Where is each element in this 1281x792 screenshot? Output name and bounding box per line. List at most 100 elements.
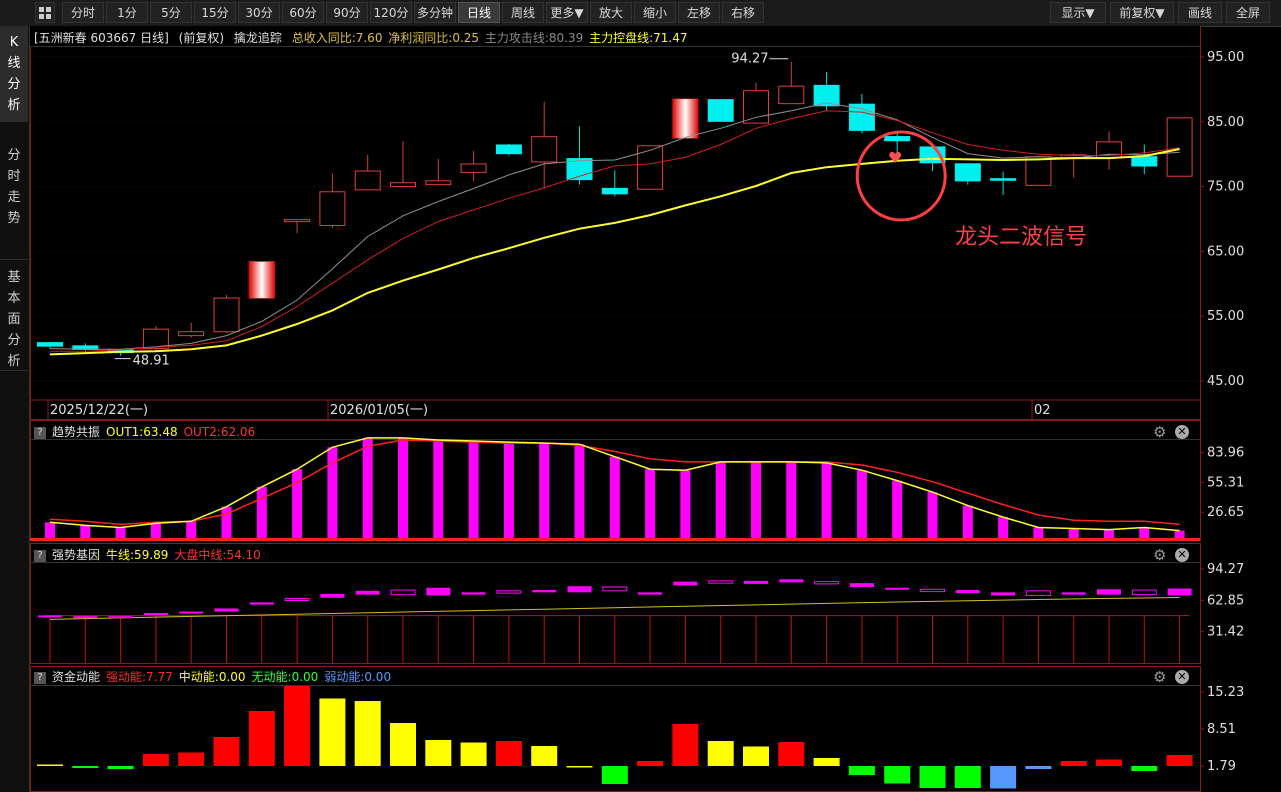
gear-icon[interactable]: ⚙ xyxy=(1153,424,1166,440)
candle-body-up xyxy=(1166,117,1193,177)
period-button-5min[interactable]: 5分 xyxy=(150,2,192,23)
close-icon[interactable]: ✕ xyxy=(1175,548,1189,562)
price-axes: 95.00 85.00 75.00 65.00 55.00 45.00 83.96 55.31… xyxy=(1200,50,1244,774)
indicator-name[interactable]: 擒龙追踪 xyxy=(234,31,282,45)
trend-bar xyxy=(856,470,867,540)
period-button-intraday[interactable]: 分时 xyxy=(62,2,104,23)
candle-body-down xyxy=(495,144,522,155)
capital-momentum-chart[interactable] xyxy=(37,686,1193,789)
trend-bar xyxy=(398,437,408,540)
gear-icon[interactable]: ⚙ xyxy=(1153,547,1166,563)
limit-up-candle xyxy=(248,261,275,299)
help-icon[interactable]: ? xyxy=(34,549,46,562)
gene-box-hollow xyxy=(390,589,416,596)
candle-body-up xyxy=(425,180,452,186)
trend-bar xyxy=(645,469,656,540)
gene-box-hollow xyxy=(920,588,945,593)
gene-box xyxy=(638,592,663,595)
more-periods-dropdown[interactable]: 更多▼ xyxy=(546,2,588,23)
momentum-bar xyxy=(390,723,416,766)
control-line: 主力控盘线:71.47 xyxy=(589,31,688,45)
gene-box xyxy=(532,590,557,593)
trend-bar xyxy=(186,521,197,540)
gene-box xyxy=(1167,588,1192,596)
trend-bar xyxy=(80,525,91,540)
zoom-out-button[interactable]: 缩小 xyxy=(634,2,676,23)
pane2-market: 大盘中线:54.10 xyxy=(174,548,261,562)
date-label: 02 xyxy=(1034,403,1051,418)
candle-body-up xyxy=(354,170,381,191)
gene-box xyxy=(179,611,204,614)
momentum-bar xyxy=(1025,766,1052,769)
signal-circle xyxy=(855,130,947,222)
momentum-bar xyxy=(743,746,769,766)
pane3-controls: ⚙ ✕ xyxy=(1153,669,1193,685)
gene-box xyxy=(73,616,98,619)
display-dropdown[interactable]: 显示▼ xyxy=(1050,2,1106,23)
momentum-bar xyxy=(142,754,169,766)
period-button-daily[interactable]: 日线 xyxy=(458,2,500,23)
pane1-controls: ⚙ ✕ xyxy=(1153,424,1193,440)
period-button-1min[interactable]: 1分 xyxy=(106,2,148,23)
sidebar-item-label: 分时走势 xyxy=(7,148,21,226)
trend-bar xyxy=(821,462,832,540)
candle-body-down xyxy=(884,136,911,142)
candle-body-up xyxy=(390,182,416,188)
draw-line-button[interactable]: 画线 xyxy=(1178,2,1222,23)
move-right-button[interactable]: 右移 xyxy=(722,2,764,23)
y-tick-label: 55.00 xyxy=(1207,309,1244,324)
sidebar-item-kline-analysis[interactable]: K线分析 xyxy=(0,26,28,122)
adjust-dropdown[interactable]: 前复权▼ xyxy=(1110,2,1174,23)
candle-body-down xyxy=(1131,156,1158,167)
help-icon[interactable]: ? xyxy=(34,671,46,684)
zoom-in-button[interactable]: 放大 xyxy=(590,2,632,23)
gene-box-hollow xyxy=(496,590,522,594)
trend-bar xyxy=(786,461,797,540)
sidebar-item-fundamental-analysis[interactable]: 基本面分析 xyxy=(0,261,28,371)
period-button-60min[interactable]: 60分 xyxy=(282,2,324,23)
trend-bar xyxy=(362,437,373,540)
pane1-info-bar: ? 趋势共振 OUT1:63.48 OUT2:62.06 xyxy=(30,423,261,441)
momentum-bar xyxy=(107,766,134,769)
help-icon[interactable]: ? xyxy=(34,426,46,439)
move-left-button[interactable]: 左移 xyxy=(678,2,720,23)
candle-body-down xyxy=(37,342,63,347)
gene-box xyxy=(320,593,345,598)
y-tick-label: 55.31 xyxy=(1207,475,1244,490)
momentum-bar xyxy=(990,766,1017,789)
trend-bar xyxy=(503,442,514,540)
trend-resonance-chart[interactable] xyxy=(30,437,1200,541)
trend-bar xyxy=(292,469,303,540)
pane1-out2: OUT2:62.06 xyxy=(183,425,256,439)
gene-box xyxy=(885,587,910,590)
grid-menu-icon[interactable] xyxy=(35,2,55,23)
momentum-bar xyxy=(37,764,63,766)
period-button-multi-minute[interactable]: 多分钟 xyxy=(414,2,456,23)
strong-gene-chart[interactable] xyxy=(38,579,1192,663)
sidebar-item-intraday-trend[interactable]: 分时走势 xyxy=(0,123,28,260)
trend-bar xyxy=(680,470,691,540)
gene-box xyxy=(461,592,486,595)
momentum-bar xyxy=(425,740,452,766)
momentum-bar xyxy=(601,766,628,784)
y-tick-label: 8.51 xyxy=(1207,722,1236,737)
momentum-bar xyxy=(1166,755,1193,766)
momentum-bar xyxy=(637,761,664,766)
period-button-120min[interactable]: 120分 xyxy=(370,2,412,23)
price-chart[interactable]: 94.27 48.91 龙头二波信号 2025/12/22(一) 2026/01/05(… xyxy=(30,52,1200,419)
momentum-bar xyxy=(460,742,487,766)
trend-bar xyxy=(751,461,761,540)
candle-body-down xyxy=(707,99,734,122)
period-button-15min[interactable]: 15分 xyxy=(194,2,236,23)
y-tick-label: 1.79 xyxy=(1207,759,1236,774)
trend-bar xyxy=(539,443,550,540)
period-button-90min[interactable]: 90分 xyxy=(326,2,368,23)
close-icon[interactable]: ✕ xyxy=(1175,670,1189,684)
period-button-30min[interactable]: 30分 xyxy=(238,2,280,23)
fullscreen-button[interactable]: 全屏 xyxy=(1226,2,1270,23)
period-button-weekly[interactable]: 周线 xyxy=(502,2,544,23)
y-tick-label: 95.00 xyxy=(1207,50,1244,65)
gear-icon[interactable]: ⚙ xyxy=(1153,669,1166,685)
close-icon[interactable]: ✕ xyxy=(1175,425,1189,439)
candle-body-up xyxy=(778,85,805,105)
